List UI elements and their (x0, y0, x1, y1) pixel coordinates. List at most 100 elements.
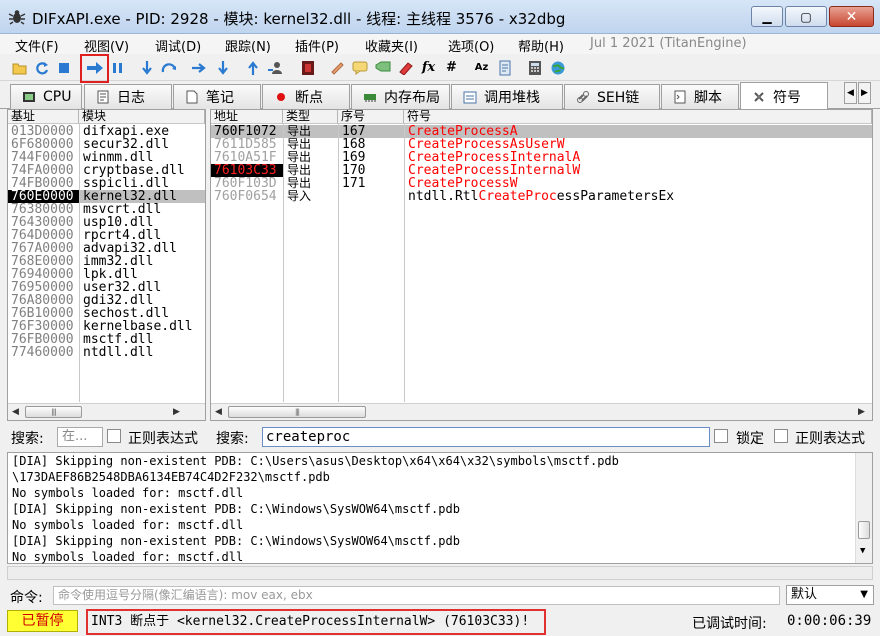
open-icon[interactable] (10, 58, 29, 77)
scroll-left-icon[interactable]: ◀ (215, 407, 222, 417)
symbol-search-input[interactable]: createproc (262, 427, 710, 447)
trace-over-icon[interactable] (213, 58, 232, 77)
tab-label: 断点 (295, 90, 323, 106)
execute-till-return-icon[interactable] (243, 58, 262, 77)
module-regex-label: 正则表达式 (128, 431, 198, 447)
patch-icon[interactable] (327, 58, 346, 77)
calculator-icon[interactable] (525, 58, 544, 77)
tab-notes[interactable]: 笔记 (173, 84, 261, 109)
tab-call-stack[interactable]: 调用堆栈 (451, 84, 563, 109)
column-header-address[interactable]: 地址 (211, 110, 283, 124)
log-vertical-scrollbar[interactable]: ▼ (855, 453, 872, 563)
minimize-icon: ▁ (762, 9, 772, 24)
log-line: No symbols loaded for: msctf.dll (12, 550, 244, 564)
scroll-down-icon[interactable]: ▼ (860, 546, 865, 556)
function-icon[interactable]: fx (419, 58, 438, 77)
menu-file[interactable]: 文件(F) (15, 36, 59, 55)
lock-checkbox[interactable] (714, 429, 728, 443)
symbols-panel: 地址 类型 序号 符号 760F1072 导出 167 CreateProcessA 7… (210, 109, 873, 421)
tab-label: 脚本 (694, 90, 722, 106)
comment-icon[interactable] (350, 58, 369, 77)
tab-seh-chain[interactable]: SEH链 (564, 84, 660, 109)
step-into-icon[interactable] (137, 58, 156, 77)
lock-label: 锁定 (736, 431, 764, 447)
menu-trace[interactable]: 跟踪(N) (225, 36, 271, 55)
symbol-ordinal[interactable] (339, 190, 404, 203)
scroll-right-icon[interactable]: ▶ (173, 407, 180, 417)
label-icon[interactable] (373, 58, 392, 77)
column-header-symbol[interactable]: 符号 (404, 110, 872, 124)
run-button-highlight (80, 54, 109, 83)
module-base-address[interactable]: 77460000 (8, 346, 79, 359)
modules-horizontal-scrollbar[interactable]: ◀ ||| ▶ (8, 403, 205, 420)
log-line: [DIA] Skipping non-existent PDB: C:\Wind… (12, 534, 460, 548)
close-icon: ✕ (845, 8, 858, 25)
stop-icon[interactable] (54, 58, 73, 77)
command-mode-select[interactable]: 默认 ▼ (786, 585, 874, 605)
minimize-button[interactable]: ▁ (751, 6, 783, 27)
scrollbar-thumb[interactable]: ||| (228, 406, 366, 418)
column-header-base[interactable]: 基址 (8, 110, 79, 124)
symbol-type[interactable]: 导入 (284, 190, 338, 203)
script-icon[interactable] (495, 58, 514, 77)
tab-breakpoints[interactable]: 断点 (262, 84, 350, 109)
bookmark-icon[interactable] (396, 58, 415, 77)
menu-bar: 文件(F) 视图(V) 调试(D) 跟踪(N) 插件(P) 收藏夹(I) 选项(… (0, 34, 880, 55)
scrollbar-thumb[interactable]: ||| (25, 406, 82, 418)
tab-scroll-left-icon[interactable]: ◀ (844, 82, 857, 104)
hash-icon[interactable]: # (442, 58, 461, 77)
menu-debug[interactable]: 调试(D) (155, 36, 201, 55)
scroll-right-icon[interactable]: ▶ (858, 407, 865, 417)
debug-time-label: 已调试时间: (692, 616, 767, 632)
symbol-name[interactable]: ntdll.RtlCreateProcessParametersEx (405, 190, 872, 203)
tab-memory-map[interactable]: 内存布局 (351, 84, 450, 109)
window-title: DIFxAPI.exe - PID: 2928 - 模块: kernel32.d… (32, 10, 566, 28)
log-line: No symbols loaded for: msctf.dll (12, 518, 244, 532)
font-icon[interactable]: Az (472, 58, 491, 77)
pause-icon[interactable] (108, 58, 127, 77)
run-to-user-code-icon[interactable] (266, 58, 285, 77)
module-regex-checkbox[interactable] (107, 429, 121, 443)
column-header-module[interactable]: 模块 (79, 110, 205, 124)
log-panel[interactable]: [DIA] Skipping non-existent PDB: C:\User… (7, 452, 873, 564)
column-header-ordinal[interactable]: 序号 (338, 110, 404, 124)
tab-label: 笔记 (206, 90, 234, 106)
command-input[interactable]: 命令使用逗号分隔(像汇编语言): mov eax, ebx (53, 586, 780, 605)
tab-log[interactable]: 日志 (84, 84, 172, 109)
scylla-icon[interactable] (298, 58, 317, 77)
seh-icon (575, 90, 591, 104)
module-name[interactable]: ntdll.dll (80, 346, 205, 359)
menu-plugins[interactable]: 插件(P) (295, 36, 339, 55)
breakpoint-icon (273, 90, 289, 104)
status-message: INT3 断点于 <kernel32.CreateProcessInternal… (86, 609, 546, 635)
restart-icon[interactable] (32, 58, 51, 77)
scroll-left-icon[interactable]: ◀ (12, 407, 19, 417)
notes-icon (184, 90, 200, 104)
symbols-horizontal-scrollbar[interactable]: ◀ ||| ▶ (211, 403, 872, 420)
menu-options[interactable]: 选项(O) (448, 36, 494, 55)
memory-icon (362, 90, 378, 104)
module-search-input[interactable]: 在... (57, 427, 103, 447)
tab-scroll-right-icon[interactable]: ▶ (858, 82, 871, 104)
maximize-button[interactable]: ▢ (785, 6, 827, 27)
column-header-type[interactable]: 类型 (283, 110, 338, 124)
menu-favourites[interactable]: 收藏夹(I) (365, 36, 418, 55)
scrollbar-thumb[interactable] (858, 521, 870, 539)
tab-script[interactable]: 脚本 (661, 84, 739, 109)
close-button[interactable]: ✕ (829, 6, 874, 27)
symbol-ordinal[interactable]: 171 (339, 177, 404, 190)
chevron-down-icon: ▼ (860, 589, 868, 600)
tab-cpu[interactable]: CPU (10, 84, 82, 109)
symbol-regex-checkbox[interactable] (774, 429, 788, 443)
menu-help[interactable]: 帮助(H) (518, 36, 564, 55)
log-line: \173DAEF86B2548DBA6134EB74C4D2F232\msctf… (12, 470, 330, 484)
tab-symbols[interactable]: 符号 (740, 82, 828, 110)
module-search-label: 搜索: (11, 431, 44, 447)
step-over-icon[interactable] (160, 58, 179, 77)
tab-bar: CPU 日志 笔记 断点 内存布局 调用堆栈 SEH链 脚本 符号 (0, 82, 880, 110)
globe-icon[interactable] (548, 58, 567, 77)
trace-into-icon[interactable] (190, 58, 209, 77)
log-horizontal-scrollbar[interactable] (7, 566, 873, 580)
menu-view[interactable]: 视图(V) (84, 36, 129, 55)
symbol-address[interactable]: 760F0654 (211, 190, 283, 203)
